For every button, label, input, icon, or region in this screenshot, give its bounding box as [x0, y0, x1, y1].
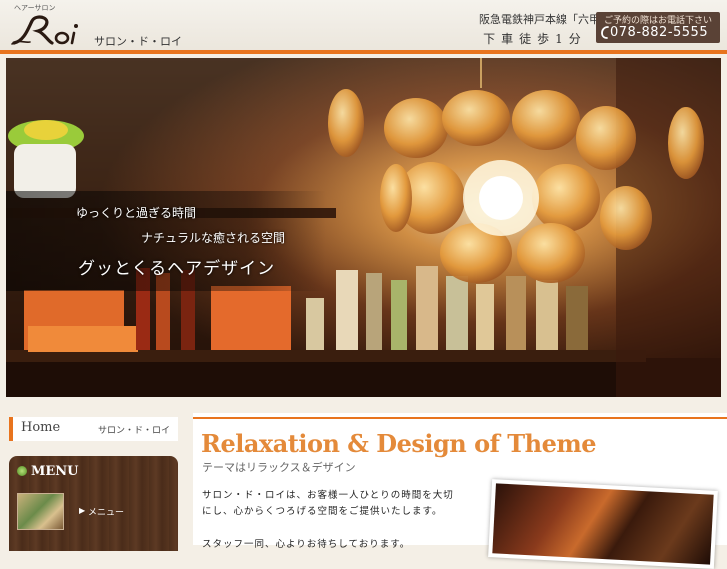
page-subtitle: テーマはリラックス＆デザイン: [202, 461, 356, 474]
main-content: Relaxation & Design of Theme テーマはリラックス＆デ…: [193, 413, 727, 569]
hero-caption-line1: ゆっくりと過ぎる時間: [76, 206, 197, 220]
salon-photo-image: [492, 483, 714, 565]
menu-heading-label: MENU: [31, 464, 79, 479]
breadcrumb: Home サロン・ド・ロイ: [9, 417, 178, 441]
phone-icon: [601, 26, 609, 39]
menu-item-thumbnail: [17, 493, 64, 530]
phone-banner[interactable]: ご予約の際はお電話下さい 078-882-5555: [596, 12, 720, 43]
intro-paragraph-2: スタッフ一同、心よりお待ちしております。: [202, 539, 411, 550]
menu-heading: MENU: [17, 464, 79, 479]
access-walk: 下車徒歩1分: [483, 32, 587, 46]
content-accent-rule: [193, 417, 727, 419]
page-title: Relaxation & Design of Theme: [201, 429, 597, 458]
logo-subtitle: サロン・ド・ロイ: [94, 35, 182, 48]
site-tagline: ヘアーサロン: [14, 4, 56, 12]
hero-banner: ゆっくりと過ぎる時間 ナチュラルな癒される空間 グッとくるヘアデザイン: [6, 58, 721, 397]
intro-paragraph: サロン・ド・ロイは、お客様一人ひとりの時間を大切にし、心からくつろげる空間をご提…: [202, 490, 454, 517]
side-menu: MENU ▶ メニュー: [9, 456, 178, 551]
salon-photo: [488, 479, 718, 569]
access-line: 阪急電鉄神戸本線「六甲」: [479, 13, 611, 26]
header-accent-rule: [0, 50, 727, 54]
breadcrumb-current: サロン・ド・ロイ: [97, 426, 170, 436]
menu-item-label[interactable]: メニュー: [88, 505, 124, 518]
phone-number[interactable]: 078-882-5555: [610, 25, 708, 40]
menu-item[interactable]: ▶ メニュー: [17, 493, 170, 533]
breadcrumb-home-link[interactable]: Home: [21, 420, 60, 435]
roi-logo[interactable]: [10, 13, 90, 49]
access-info: 阪急電鉄神戸本線「六甲」 下車徒歩1分: [479, 11, 611, 47]
hero-caption-line2: ナチュラルな癒される空間: [141, 231, 286, 245]
site-header: ヘアーサロン サロン・ド・ロイ 阪急電鉄神戸本線「六甲」 下車徒歩1分 ご予約の…: [0, 0, 727, 52]
menu-bullet-icon: [17, 466, 27, 476]
triangle-right-icon: ▶: [79, 506, 86, 515]
hero-caption-line3: グッとくるヘアデザイン: [78, 259, 276, 279]
